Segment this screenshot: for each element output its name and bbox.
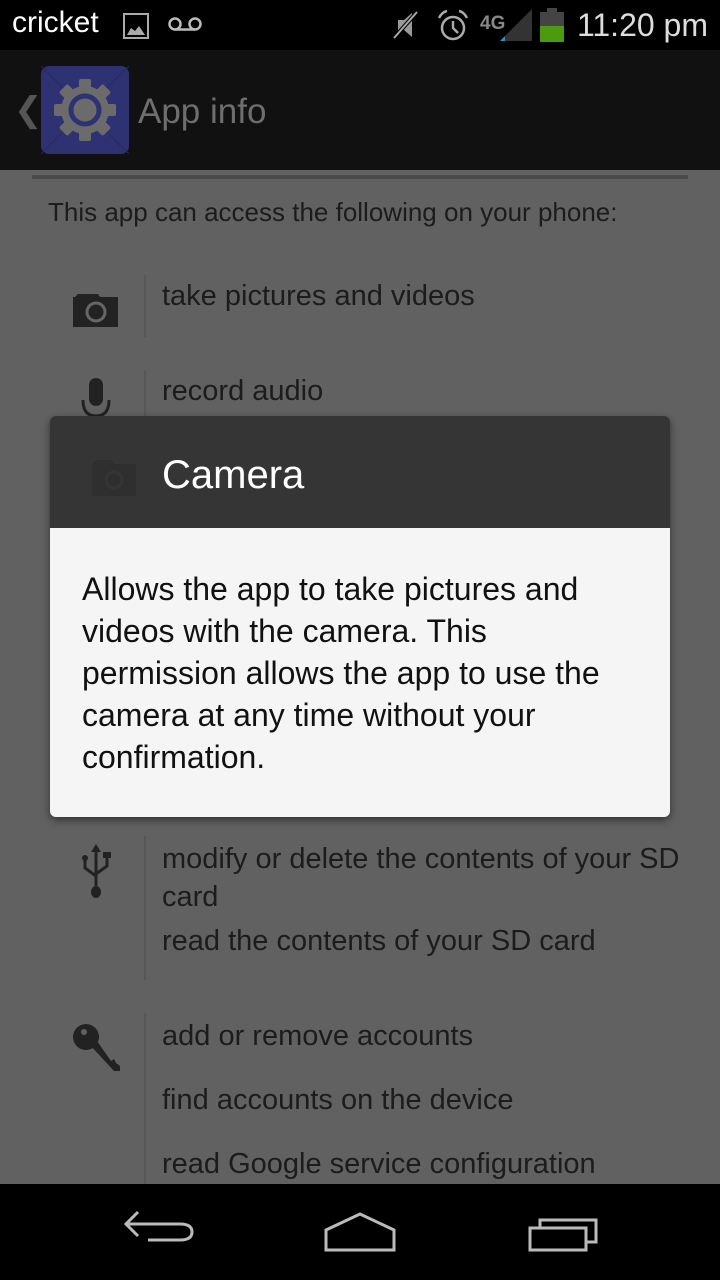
separator — [144, 836, 146, 980]
separator — [144, 275, 146, 337]
camera-icon — [92, 460, 136, 496]
separator — [144, 1013, 146, 1184]
dialog-body: Allows the app to take pictures and vide… — [50, 528, 670, 817]
back-button[interactable] — [118, 1204, 208, 1260]
usb-storage-icon — [82, 844, 111, 898]
recent-apps-button[interactable] — [520, 1204, 610, 1260]
mute-icon — [392, 10, 419, 40]
page-title: App info — [138, 92, 267, 131]
permission-item: read the contents of your SD card — [162, 925, 596, 957]
picture-icon — [123, 13, 149, 39]
permission-group-microphone[interactable]: record audio — [0, 370, 720, 423]
permission-item: take pictures and videos — [162, 280, 475, 312]
key-icon — [73, 1024, 120, 1071]
navigation-bar — [0, 1184, 720, 1280]
permission-item: find accounts on the device — [162, 1084, 514, 1116]
signal-strength-icon — [500, 9, 532, 41]
permission-item: read Google service configuration — [162, 1148, 596, 1180]
alarm-icon — [437, 9, 469, 41]
dialog-header: Camera — [50, 416, 670, 528]
battery-icon — [540, 8, 564, 42]
permissions-intro: This app can access the following on you… — [48, 197, 618, 227]
permission-group-storage[interactable]: modify or delete the contents of your SD… — [0, 836, 720, 980]
camera-icon — [73, 294, 118, 327]
permission-item: modify or delete the contents of your SD… — [162, 843, 680, 913]
permission-dialog: Camera Allows the app to take pictures a… — [50, 416, 670, 817]
status-bar: cricket 4G 11:20 pm — [0, 0, 720, 50]
home-button[interactable] — [318, 1204, 408, 1260]
carrier-label: cricket — [12, 6, 99, 39]
voicemail-icon — [168, 17, 202, 31]
permission-item: record audio — [162, 375, 324, 407]
dialog-message: Allows the app to take pictures and vide… — [82, 571, 600, 775]
settings-gear-icon[interactable] — [40, 65, 130, 155]
permission-item: add or remove accounts — [162, 1020, 474, 1052]
permission-group-camera[interactable]: take pictures and videos — [0, 275, 720, 337]
permission-group-accounts[interactable]: add or remove accounts find accounts on … — [0, 1013, 720, 1184]
separator — [144, 370, 146, 420]
dialog-title: Camera — [162, 453, 305, 497]
divider — [32, 175, 688, 179]
up-navigation-icon[interactable]: ❮ — [14, 90, 43, 130]
clock: 11:20 pm — [576, 7, 708, 43]
